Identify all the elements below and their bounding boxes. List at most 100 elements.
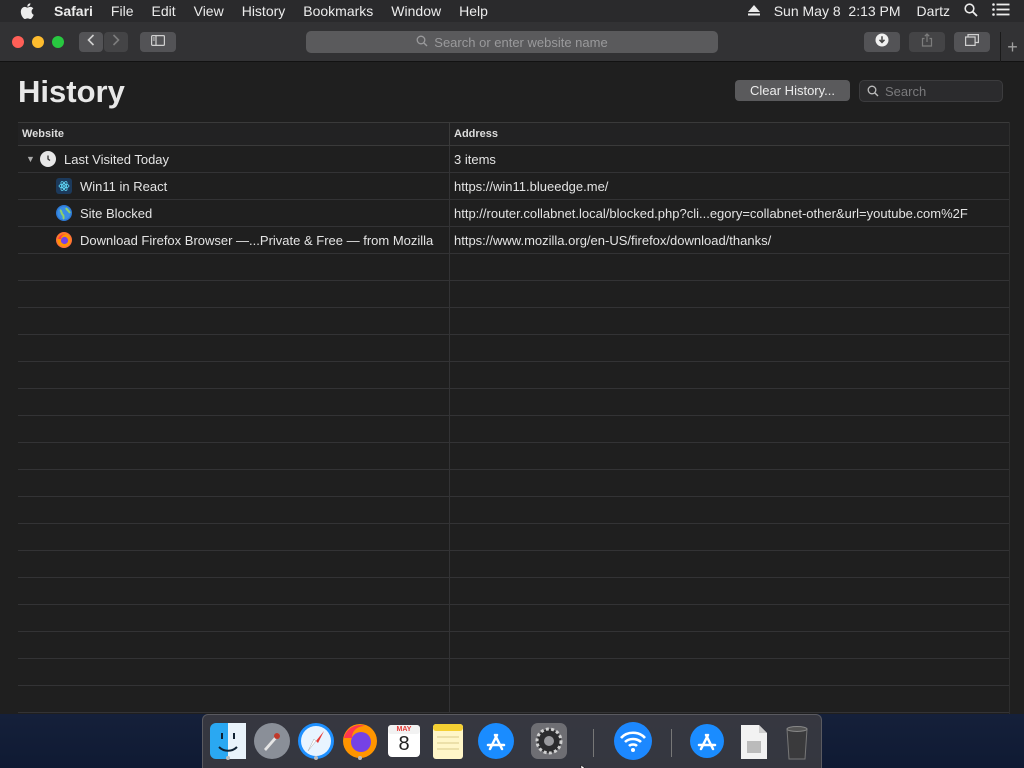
running-indicator [358, 756, 362, 760]
firefox-icon [56, 232, 72, 248]
disk-image-icon [741, 725, 767, 759]
dock-notes[interactable] [428, 721, 468, 761]
dock-separator [593, 729, 594, 757]
dock-disk-image[interactable] [733, 721, 773, 761]
history-row[interactable]: Win11 in React https://win11.blueedge.me… [18, 173, 1009, 200]
column-header-website[interactable]: Website [18, 123, 450, 145]
mouse-pointer-icon [580, 760, 590, 768]
downloads-button[interactable] [864, 32, 900, 52]
empty-row [18, 578, 1009, 605]
dock-separator [671, 729, 672, 757]
dock-safari[interactable] [296, 721, 336, 761]
dock-launchpad[interactable] [252, 721, 292, 761]
empty-row [18, 524, 1009, 551]
menu-clock[interactable]: Sun May 8 2:13 PM [774, 3, 901, 19]
calendar-month: MAY [396, 726, 412, 733]
finder-icon [210, 723, 246, 759]
row-site-title: Win11 in React [80, 178, 168, 194]
sidebar-icon [151, 33, 166, 51]
empty-row [18, 605, 1009, 632]
dock: MAY 8 [202, 714, 822, 768]
address-placeholder: Search or enter website name [434, 34, 608, 50]
new-tab-button[interactable]: + [1000, 32, 1024, 62]
dock-system-preferences[interactable] [529, 721, 569, 761]
disclosure-triangle-icon[interactable]: ▼ [26, 154, 36, 164]
menu-app-name[interactable]: Safari [54, 3, 93, 19]
dock-app-store-downloads[interactable] [687, 721, 727, 761]
column-header-address[interactable]: Address [450, 123, 1009, 145]
running-indicator [226, 756, 230, 760]
menu-edit[interactable]: Edit [151, 3, 175, 19]
notification-center-icon[interactable] [992, 3, 1010, 19]
menu-view[interactable]: View [194, 3, 224, 19]
menu-help[interactable]: Help [459, 3, 488, 19]
app-store-icon [478, 723, 514, 759]
trash-icon [786, 726, 808, 760]
empty-row [18, 551, 1009, 578]
group-label: Last Visited Today [64, 151, 170, 167]
menu-file[interactable]: File [111, 3, 134, 19]
menu-window[interactable]: Window [391, 3, 441, 19]
share-icon [921, 32, 933, 52]
share-button[interactable] [909, 32, 945, 52]
history-row[interactable]: Site Blocked http://router.collabnet.loc… [18, 200, 1009, 227]
plus-icon: + [1007, 36, 1018, 57]
empty-row [18, 443, 1009, 470]
close-window-button[interactable] [12, 36, 24, 48]
dock-calendar[interactable]: MAY 8 [384, 721, 424, 761]
search-icon [867, 85, 879, 97]
tab-overview-button[interactable] [954, 32, 990, 52]
history-table: Website Address ▼ Last Visited Today 3 i… [18, 122, 1009, 714]
row-address: https://win11.blueedge.me/ [454, 178, 609, 194]
spotlight-search-icon[interactable] [964, 2, 978, 20]
dock-trash[interactable] [777, 721, 817, 761]
history-search-input[interactable] [885, 83, 995, 99]
app-store-icon [690, 724, 724, 758]
row-site-title: Download Firefox Browser —...Private & F… [80, 232, 434, 248]
table-header: Website Address [18, 122, 1009, 146]
row-address: https://www.mozilla.org/en-US/firefox/do… [454, 232, 772, 248]
launchpad-icon [254, 723, 290, 759]
history-group-row[interactable]: ▼ Last Visited Today 3 items [18, 146, 1009, 173]
empty-row [18, 416, 1009, 443]
menu-history[interactable]: History [242, 3, 286, 19]
chevron-left-icon [87, 33, 95, 51]
notes-icon [433, 724, 463, 759]
empty-row [18, 254, 1009, 281]
empty-row [18, 497, 1009, 524]
safari-toolbar: Search or enter website name + [0, 22, 1024, 62]
eject-icon[interactable] [747, 3, 760, 19]
empty-row [18, 335, 1009, 362]
wifi-icon [614, 722, 652, 760]
apple-menu-icon[interactable] [20, 3, 34, 19]
dock-firefox[interactable] [340, 721, 380, 761]
window-right-margin [1009, 122, 1024, 714]
menu-bookmarks[interactable]: Bookmarks [303, 3, 373, 19]
running-indicator [314, 756, 318, 760]
safari-compass-icon [298, 723, 334, 759]
firefox-icon [343, 724, 377, 758]
dock-app-store[interactable] [476, 721, 516, 761]
calendar-day: 8 [398, 733, 410, 755]
react-icon [56, 178, 72, 194]
history-row[interactable]: Download Firefox Browser —...Private & F… [18, 227, 1009, 254]
globe-icon [56, 205, 72, 221]
empty-row [18, 389, 1009, 416]
search-icon [416, 35, 428, 50]
dock-finder[interactable] [208, 721, 248, 761]
fullscreen-window-button[interactable] [52, 36, 64, 48]
menu-user[interactable]: Dartz [917, 3, 950, 19]
download-icon [875, 33, 889, 52]
dock-wifi[interactable] [613, 721, 653, 761]
back-button[interactable] [79, 32, 103, 52]
clear-history-button[interactable]: Clear History... [735, 80, 850, 101]
address-bar[interactable]: Search or enter website name [306, 31, 718, 53]
gear-icon [531, 723, 567, 759]
tabs-icon [965, 33, 979, 51]
history-search[interactable] [859, 80, 1003, 102]
minimize-window-button[interactable] [32, 36, 44, 48]
empty-row [18, 632, 1009, 659]
row-address: http://router.collabnet.local/blocked.ph… [454, 205, 968, 221]
forward-button[interactable] [104, 32, 128, 52]
sidebar-toggle-button[interactable] [140, 32, 176, 52]
